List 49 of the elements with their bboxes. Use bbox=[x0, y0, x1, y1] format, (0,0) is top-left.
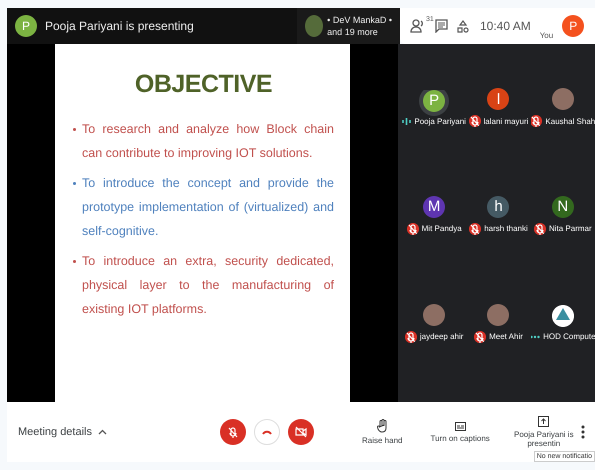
chevron-up-icon[interactable] bbox=[98, 429, 107, 435]
slide-title: OBJECTIVE bbox=[134, 70, 274, 99]
shapes-icon[interactable] bbox=[457, 20, 469, 32]
mic-off-button[interactable] bbox=[220, 419, 246, 445]
present-icon bbox=[538, 416, 550, 427]
photo-placeholder bbox=[487, 304, 510, 326]
hand-icon bbox=[376, 419, 388, 433]
presenting-button[interactable]: Pooja Pariyani is presentin bbox=[512, 416, 576, 448]
chip-name: • DeV MankaD • bbox=[327, 14, 392, 26]
more-options-icon[interactable] bbox=[581, 425, 585, 439]
photo-placeholder bbox=[552, 88, 574, 110]
bullet-text: To introduce an extra, security dedicated, physical layer to the manufacturing of existing IOT platforms. bbox=[82, 253, 334, 318]
hang-up-button[interactable] bbox=[254, 419, 280, 445]
participant-name: Nita Parmar bbox=[548, 224, 592, 234]
participant-name: harsh thanki bbox=[484, 224, 528, 234]
raise-hand-button[interactable]: Raise hand bbox=[362, 419, 402, 445]
photo-placeholder bbox=[305, 15, 324, 37]
avatar-circle: P bbox=[423, 90, 446, 112]
participant-name: Pooja Pariyani bbox=[414, 116, 466, 126]
camera-off-icon bbox=[295, 426, 307, 438]
participant-name: Kaushal Shah bbox=[545, 116, 595, 126]
participant-name: HOD Compute bbox=[543, 332, 595, 342]
people-icon[interactable] bbox=[410, 19, 426, 33]
avatar-circle: N bbox=[552, 196, 574, 218]
mic-off-icon bbox=[227, 426, 239, 438]
bullet-text: To introduce the concept and provide the prototype implementation of (virtualized) and self-cognitive. bbox=[82, 175, 334, 240]
participant-name: lalani mayuri bbox=[484, 116, 528, 126]
bullet-text: To research and analyze how Block chain can contribute to improving IOT solutions. bbox=[82, 121, 334, 162]
clock-time: 10:40 AM bbox=[480, 19, 531, 33]
participant-name: Meet Ahir bbox=[489, 332, 523, 342]
logo-icon bbox=[552, 305, 574, 328]
avatar-circle: h bbox=[487, 196, 510, 218]
phone-icon bbox=[262, 430, 272, 434]
presenter-avatar: P bbox=[15, 15, 37, 37]
chat-icon[interactable] bbox=[435, 19, 448, 33]
meeting-details-link[interactable]: Meeting details bbox=[18, 426, 92, 438]
avatar-circle: l bbox=[487, 88, 510, 110]
captions-icon bbox=[454, 422, 466, 430]
participant-name: Mit Pandya bbox=[422, 224, 462, 234]
camera-off-button[interactable] bbox=[288, 419, 314, 445]
presenting-text: Pooja Pariyani is presenting bbox=[45, 19, 194, 33]
user-avatar: P bbox=[562, 15, 584, 37]
participants-chip[interactable]: • DeV MankaD • and 19 more bbox=[297, 8, 400, 44]
participant-name: jaydeep ahir bbox=[420, 332, 464, 342]
captions-button[interactable]: Turn on captions bbox=[430, 422, 490, 442]
you-label: You bbox=[540, 31, 554, 40]
photo-placeholder bbox=[423, 304, 446, 326]
chip-count: and 19 more bbox=[327, 26, 379, 38]
avatar-circle: M bbox=[423, 196, 446, 218]
